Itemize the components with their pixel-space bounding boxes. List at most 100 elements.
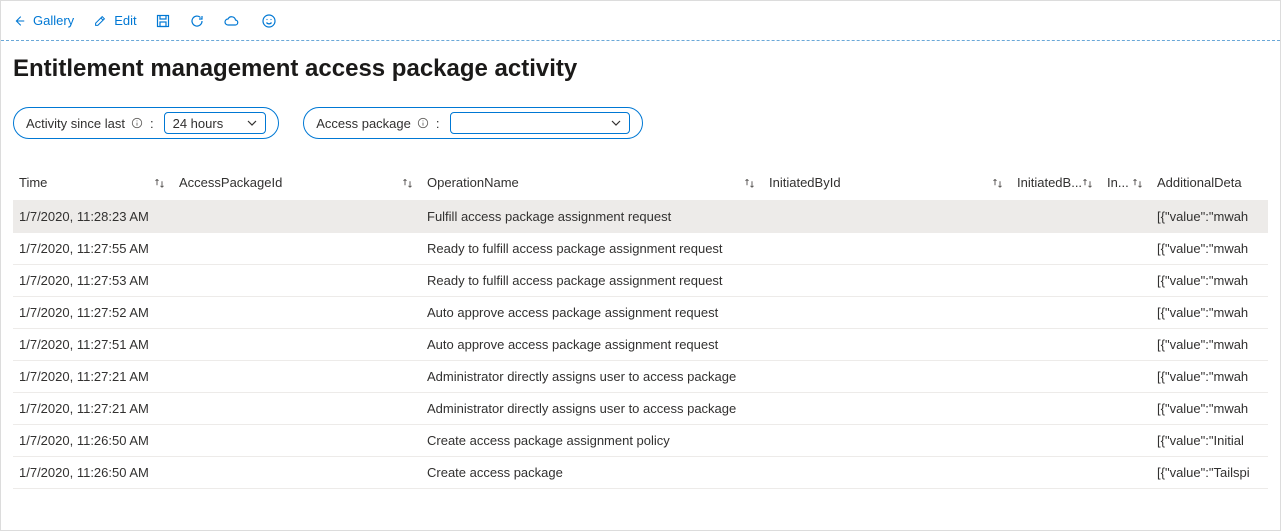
gallery-label: Gallery [33, 13, 74, 28]
cell-add: [{"value":"Initial [1151, 425, 1268, 457]
cell-in [1101, 329, 1151, 361]
back-arrow-icon [11, 13, 27, 29]
cell-pkg [173, 201, 421, 233]
smile-icon[interactable] [261, 13, 277, 29]
content-area: Entitlement management access package ac… [1, 41, 1280, 489]
col-additional-details-label: AdditionalDeta [1157, 175, 1242, 190]
cell-add: [{"value":"mwah [1151, 265, 1268, 297]
cell-time: 1/7/2020, 11:27:51 AM [13, 329, 173, 361]
cell-op: Auto approve access package assignment r… [421, 329, 763, 361]
cell-pkg [173, 361, 421, 393]
col-initiated-by-id[interactable]: InitiatedById [763, 167, 1011, 201]
cell-pkg [173, 329, 421, 361]
cell-op: Fulfill access package assignment reques… [421, 201, 763, 233]
cell-iid [763, 297, 1011, 329]
activity-since-value: 24 hours [173, 116, 224, 131]
cell-iid [763, 457, 1011, 489]
cell-iby [1011, 233, 1101, 265]
cell-add: [{"value":"mwah [1151, 329, 1268, 361]
refresh-icon[interactable] [189, 13, 205, 29]
chevron-down-icon [611, 118, 621, 128]
cell-pkg [173, 425, 421, 457]
col-time[interactable]: Time [13, 167, 173, 201]
sort-icon [743, 176, 757, 190]
cell-op: Administrator directly assigns user to a… [421, 361, 763, 393]
cell-in [1101, 361, 1151, 393]
table-row[interactable]: 1/7/2020, 11:27:21 AM Administrator direc… [13, 393, 1268, 425]
cell-in [1101, 425, 1151, 457]
access-package-filter: Access package : [303, 107, 642, 139]
cell-in [1101, 297, 1151, 329]
sort-icon [1131, 176, 1145, 190]
cell-in [1101, 201, 1151, 233]
page-title: Entitlement management access package ac… [13, 55, 1268, 83]
cell-in [1101, 233, 1151, 265]
save-icon[interactable] [155, 13, 171, 29]
cell-time: 1/7/2020, 11:27:21 AM [13, 393, 173, 425]
sort-icon [401, 176, 415, 190]
col-initiated-by-label: InitiatedB... [1017, 175, 1082, 190]
col-in-label: In... [1107, 175, 1129, 190]
chevron-down-icon [247, 118, 257, 128]
sort-icon [153, 176, 167, 190]
cell-time: 1/7/2020, 11:27:52 AM [13, 297, 173, 329]
cell-iby [1011, 297, 1101, 329]
cell-iby [1011, 265, 1101, 297]
cell-add: [{"value":"mwah [1151, 393, 1268, 425]
gallery-button[interactable]: Gallery [11, 13, 74, 29]
cell-iid [763, 265, 1011, 297]
cell-iid [763, 201, 1011, 233]
cell-add: [{"value":"Tailspi [1151, 457, 1268, 489]
table-row[interactable]: 1/7/2020, 11:26:50 AMCreate access packa… [13, 457, 1268, 489]
activity-since-filter: Activity since last : 24 hours [13, 107, 279, 139]
col-time-label: Time [19, 175, 47, 190]
col-access-package-id[interactable]: AccessPackageId [173, 167, 421, 201]
cell-op: Create access package assignment policy [421, 425, 763, 457]
info-icon[interactable] [417, 117, 430, 130]
activity-since-label: Activity since last [26, 116, 125, 131]
table-row[interactable]: 1/7/2020, 11:27:52 AM Auto approve access… [13, 297, 1268, 329]
table-row[interactable]: 1/7/2020, 11:27:55 AMReady to fulfill ac… [13, 233, 1268, 265]
col-access-package-id-label: AccessPackageId [179, 175, 282, 190]
cell-time: 1/7/2020, 11:27:53 AM [13, 265, 173, 297]
cell-time: 1/7/2020, 11:26:50 AM [13, 425, 173, 457]
activity-since-select[interactable]: 24 hours [164, 112, 267, 134]
cell-op: Ready to fulfill access package assignme… [421, 233, 763, 265]
cell-op: Administrator directly assigns user to a… [421, 393, 763, 425]
cell-iby [1011, 393, 1101, 425]
cell-iid [763, 425, 1011, 457]
cell-pkg [173, 457, 421, 489]
cell-iid [763, 393, 1011, 425]
cell-pkg [173, 233, 421, 265]
info-icon[interactable] [131, 117, 144, 130]
col-operation-name[interactable]: OperationName [421, 167, 763, 201]
table-row[interactable]: 1/7/2020, 11:27:51 AM Auto approve access… [13, 329, 1268, 361]
cell-time: 1/7/2020, 11:28:23 AM [13, 201, 173, 233]
table-row[interactable]: 1/7/2020, 11:27:53 AM Ready to fulfill ac… [13, 265, 1268, 297]
cloud-icon[interactable] [223, 13, 239, 29]
table-row[interactable]: 1/7/2020, 11:27:21 AM Administrator direc… [13, 361, 1268, 393]
table-row[interactable]: 1/7/2020, 11:28:23 AM Fulfill access pack… [13, 201, 1268, 233]
cell-iby [1011, 361, 1101, 393]
col-in[interactable]: In... [1101, 167, 1151, 201]
cell-pkg [173, 297, 421, 329]
cell-op: Auto approve access package assignment r… [421, 297, 763, 329]
cell-add: [{"value":"mwah [1151, 361, 1268, 393]
cell-pkg [173, 265, 421, 297]
col-additional-details[interactable]: AdditionalDeta [1151, 167, 1268, 201]
access-package-select[interactable] [450, 112, 630, 134]
cell-time: 1/7/2020, 11:26:50 AM [13, 457, 173, 489]
colon: : [150, 116, 154, 131]
edit-button[interactable]: Edit [92, 13, 136, 29]
cell-time: 1/7/2020, 11:27:21 AM [13, 361, 173, 393]
cell-iid [763, 361, 1011, 393]
cell-iby [1011, 425, 1101, 457]
cell-in [1101, 457, 1151, 489]
cell-iby [1011, 201, 1101, 233]
table-header-row: Time AccessPackageId OperationName Initi… [13, 167, 1268, 201]
col-initiated-by[interactable]: InitiatedB... [1011, 167, 1101, 201]
table-row[interactable]: 1/7/2020, 11:26:50 AM Create access packa… [13, 425, 1268, 457]
cell-op: Ready to fulfill access package assignme… [421, 265, 763, 297]
col-initiated-by-id-label: InitiatedById [769, 175, 841, 190]
cell-add: [{"value":"mwah [1151, 201, 1268, 233]
